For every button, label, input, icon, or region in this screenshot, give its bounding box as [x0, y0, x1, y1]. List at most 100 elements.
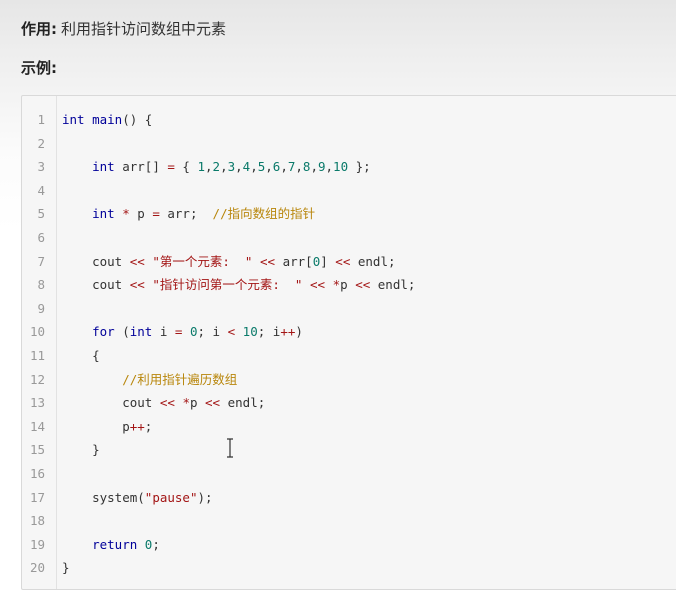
code-block[interactable]: 1 int main() {2 3 int arr[] = { 1,2,3,4,5,…	[21, 95, 676, 590]
code-token: ,	[205, 159, 213, 175]
line-number: 19	[29, 536, 45, 552]
code-token: ;	[152, 536, 160, 552]
code-token: p	[340, 277, 356, 293]
code-token: );	[197, 489, 213, 505]
code-token: endl;	[370, 277, 416, 293]
code-line: 7 cout << "第一个元素: " << arr[0] << endl;	[22, 250, 676, 274]
code-line: 5 int * p = arr; //指向数组的指针	[22, 202, 676, 226]
code-token: 0	[189, 324, 198, 340]
code-token: <<	[205, 395, 221, 411]
code-token: *	[332, 277, 341, 293]
code-token: i	[152, 324, 175, 340]
code-token: ; i	[257, 324, 281, 340]
code-token: arr;	[159, 206, 213, 222]
code-text: system("pause");	[62, 486, 213, 510]
code-line: 9	[22, 297, 676, 321]
code-token: <<	[335, 253, 351, 269]
line-number: 18	[29, 513, 45, 529]
line-number: 17	[29, 489, 45, 505]
purpose-label: 作用:	[21, 20, 57, 38]
code-line: 12 //利用指针遍历数组	[22, 368, 676, 392]
code-line: 19 return 0;	[22, 533, 676, 557]
code-token: "pause"	[144, 489, 198, 505]
code-token: ++	[129, 418, 145, 434]
code-text: for (int i = 0; i < 10; i++)	[62, 320, 303, 344]
code-token: <<	[355, 277, 371, 293]
code-token: "第一个元素: "	[152, 253, 253, 269]
code-token: };	[348, 159, 371, 175]
code-line: 6	[22, 226, 676, 250]
code-token: <<	[260, 253, 276, 269]
code-token: main	[92, 112, 123, 127]
line-number: 15	[29, 442, 45, 458]
code-token: endl;	[350, 253, 396, 269]
line-number: 10	[29, 324, 45, 340]
code-token: ;	[144, 418, 153, 434]
line-number: 8	[37, 277, 45, 293]
code-token: 10	[333, 159, 349, 175]
code-token: "指针访问第一个元素: "	[152, 277, 303, 293]
code-line: 11 {	[22, 344, 676, 368]
line-number: 9	[37, 300, 45, 316]
code-token: ,	[235, 159, 243, 175]
text-cursor-icon	[227, 438, 233, 458]
line-number: 6	[37, 230, 45, 245]
code-token: 9	[317, 159, 326, 175]
code-token: for	[92, 324, 115, 340]
code-token: }	[62, 442, 100, 458]
code-token: cout	[62, 253, 130, 269]
code-token: ,	[325, 159, 334, 175]
code-text: cout << *p << endl;	[62, 391, 265, 415]
code-line: 1 int main() {	[22, 108, 676, 132]
code-token: ,	[265, 159, 273, 175]
code-token: int	[92, 159, 115, 175]
purpose-line: 作用: 利用指针访问数组中元素	[21, 18, 226, 40]
code-token: int	[62, 112, 85, 127]
code-token: }	[62, 560, 70, 576]
code-token: ; i	[197, 324, 228, 340]
code-token: *	[182, 395, 190, 411]
purpose-text: 利用指针访问数组中元素	[61, 20, 227, 38]
code-text: int * p = arr; //指向数组的指针	[62, 202, 315, 226]
code-token: cout	[62, 395, 160, 411]
code-text: {	[62, 344, 100, 368]
line-number: 3	[37, 159, 45, 175]
code-token: //指向数组的指针	[212, 206, 316, 222]
code-token: return	[92, 536, 138, 552]
code-token: <<	[159, 395, 175, 411]
code-line: 14 p++;	[22, 415, 676, 439]
code-text: cout << "指针访问第一个元素: " << *p << endl;	[62, 273, 415, 297]
code-token: *	[122, 206, 130, 222]
code-line: 18	[22, 509, 676, 533]
code-token: {	[62, 348, 100, 363]
code-token: () {	[122, 112, 153, 127]
code-token: endl;	[220, 395, 266, 411]
code-token: {	[174, 159, 198, 175]
code-token: )	[295, 324, 303, 340]
line-number: 1	[37, 112, 45, 127]
code-text: //利用指针遍历数组	[62, 368, 237, 392]
code-token: system(	[62, 489, 145, 505]
code-line: 8 cout << "指针访问第一个元素: " << *p << endl;	[22, 273, 676, 297]
code-text: int main() {	[62, 108, 152, 132]
code-token: (	[114, 324, 130, 340]
code-line: 17 system("pause");	[22, 486, 676, 510]
code-token: ]	[320, 253, 336, 269]
code-token: 1	[197, 159, 206, 175]
line-number: 12	[29, 371, 45, 387]
code-token: <	[227, 324, 236, 340]
code-text: return 0;	[62, 533, 160, 557]
code-token: arr[]	[114, 159, 168, 175]
code-token: p	[129, 206, 153, 222]
code-text: cout << "第一个元素: " << arr[0] << endl;	[62, 250, 396, 274]
line-number: 7	[37, 253, 45, 269]
line-number: 5	[37, 206, 45, 222]
code-line: 16	[22, 462, 676, 486]
